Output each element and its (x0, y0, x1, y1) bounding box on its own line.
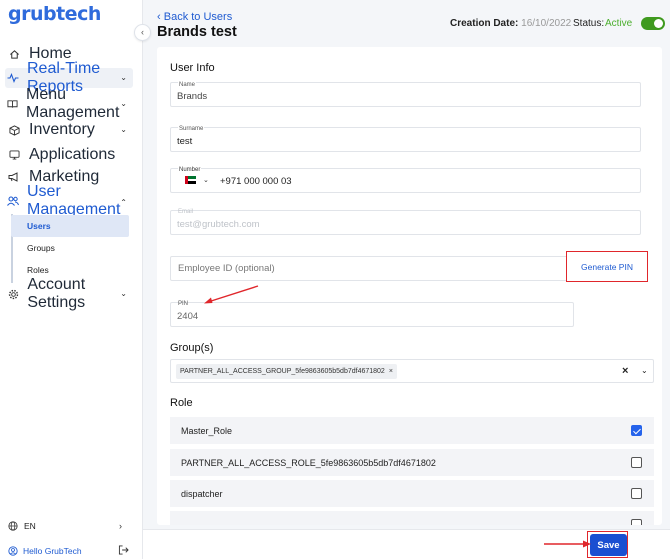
chevron-down-icon: ⌄ (120, 289, 127, 298)
chip-remove-icon[interactable]: × (389, 368, 393, 375)
name-field[interactable]: Name Brands (170, 82, 641, 107)
name-value: Brands (177, 91, 208, 102)
name-label: Name (178, 82, 197, 88)
sidebar-item-label: Inventory (29, 121, 95, 138)
megaphone-icon (7, 170, 21, 184)
creation-date: Creation Date: 16/10/2022 (450, 18, 571, 29)
creation-date-value: 16/10/2022 (521, 18, 572, 29)
chevron-right-icon[interactable]: › (119, 521, 122, 531)
phone-field[interactable]: Number ⌄ +971 000 000 03 (170, 167, 641, 193)
email-field: Email test@grubtech.com (170, 209, 641, 235)
clear-groups-icon[interactable]: × (622, 365, 628, 377)
user-avatar-icon (8, 546, 18, 556)
grubtech-logo[interactable]: grubtech (8, 3, 101, 25)
language-selector[interactable]: EN (8, 521, 36, 531)
chevron-down-icon: ⌄ (120, 73, 127, 82)
generate-pin-button[interactable]: Generate PIN (566, 251, 648, 282)
collapse-sidebar-button[interactable]: ‹ (134, 24, 151, 41)
chevron-down-icon[interactable]: ⌄ (641, 366, 648, 375)
chevron-down-icon: ⌄ (120, 125, 127, 134)
monitor-icon (7, 148, 21, 162)
page-title: Brands test (157, 24, 237, 40)
sidebar-item-label: Applications (29, 146, 116, 163)
status-toggle[interactable] (641, 17, 665, 30)
sidebar-item-inventory[interactable]: Inventory ⌄ (5, 120, 133, 140)
book-icon (7, 97, 18, 111)
sidebar-item-label: Menu Management (26, 86, 120, 121)
phone-value: +971 000 000 03 (220, 176, 292, 187)
role-row[interactable]: PARTNER_ALL_ACCESS_ROLE_5fe9863605b5db7d… (170, 449, 654, 476)
pin-label: PIN (178, 301, 189, 307)
uae-flag-icon[interactable] (185, 176, 196, 184)
annotation-box-save (587, 531, 628, 558)
employee-id-placeholder: Employee ID (optional) (178, 263, 275, 274)
role-checkbox[interactable] (631, 488, 642, 499)
surname-label: Surname (178, 126, 205, 132)
back-link[interactable]: ‹ Back to Users (157, 11, 232, 23)
language-label: EN (24, 521, 36, 531)
pin-value: 2404 (177, 311, 199, 322)
back-link-label: Back to Users (163, 11, 233, 23)
email-label: Email (178, 209, 194, 215)
main-content: ‹ Back to Users Brands test Creation Dat… (143, 0, 670, 559)
email-value: test@grubtech.com (177, 219, 260, 230)
users-icon (7, 194, 19, 208)
chevron-down-icon[interactable]: ⌄ (203, 176, 209, 184)
logout-icon[interactable] (118, 545, 129, 557)
role-row[interactable]: Master_Role (170, 417, 654, 444)
role-label: dispatcher (181, 488, 223, 499)
groups-select[interactable]: PARTNER_ALL_ACCESS_GROUP_5fe9863605b5db7… (170, 359, 654, 383)
sidebar-item-account-settings[interactable]: Account Settings ⌄ (5, 276, 133, 311)
status-value: Active (605, 18, 633, 29)
role-checkbox[interactable] (631, 425, 642, 436)
box-icon (7, 123, 21, 137)
number-label: Number (178, 167, 202, 173)
user-profile[interactable]: Hello GrubTech (8, 546, 82, 556)
sidebar-item-label: Account Settings (27, 276, 86, 311)
user-greeting: Hello GrubTech (23, 546, 82, 556)
sidebar: grubtech Home Real-Time Reports ⌄ Menu M… (0, 0, 143, 559)
section-title-groups: Group(s) (170, 342, 214, 354)
gear-icon (7, 287, 19, 301)
sidebar-item-real-time-reports[interactable]: Real-Time Reports ⌄ (5, 60, 133, 95)
role-row[interactable] (170, 511, 654, 525)
sidebar-subitem-users[interactable]: Users (11, 215, 129, 237)
role-label: PARTNER_ALL_ACCESS_ROLE_5fe9863605b5db7d… (181, 457, 436, 468)
section-title-role: Role (170, 397, 193, 409)
surname-field[interactable]: Surname test (170, 126, 641, 152)
sidebar-item-user-management[interactable]: User Management ⌃ (5, 183, 133, 218)
chevron-down-icon: ⌄ (120, 99, 127, 108)
status-label: Status: (573, 18, 605, 29)
surname-value: test (177, 136, 193, 147)
role-checkbox[interactable] (631, 519, 642, 525)
annotation-arrow-save (544, 540, 591, 548)
role-label: Master_Role (181, 425, 233, 436)
globe-icon (8, 521, 18, 531)
pulse-icon (7, 71, 19, 85)
chevron-up-icon: ⌃ (120, 198, 127, 207)
role-row[interactable]: dispatcher (170, 480, 654, 507)
creation-date-label: Creation Date: (450, 18, 519, 29)
annotation-arrow-pin (204, 285, 259, 304)
sidebar-item-label: User Management (27, 183, 121, 218)
role-checkbox[interactable] (631, 457, 642, 468)
chevron-left-icon: ‹ (141, 27, 144, 37)
section-title-user-info: User Info (170, 62, 215, 74)
group-chip: PARTNER_ALL_ACCESS_GROUP_5fe9863605b5db7… (176, 364, 397, 379)
sidebar-item-menu-management[interactable]: Menu Management ⌄ (5, 86, 133, 121)
group-chip-label: PARTNER_ALL_ACCESS_GROUP_5fe9863605b5db7… (180, 368, 385, 375)
sidebar-subitem-groups[interactable]: Groups (11, 237, 129, 259)
sidebar-item-applications[interactable]: Applications (5, 145, 133, 165)
home-icon (7, 47, 21, 61)
chevron-left-icon: ‹ (157, 11, 164, 23)
pin-field[interactable]: PIN 2404 (170, 301, 574, 327)
